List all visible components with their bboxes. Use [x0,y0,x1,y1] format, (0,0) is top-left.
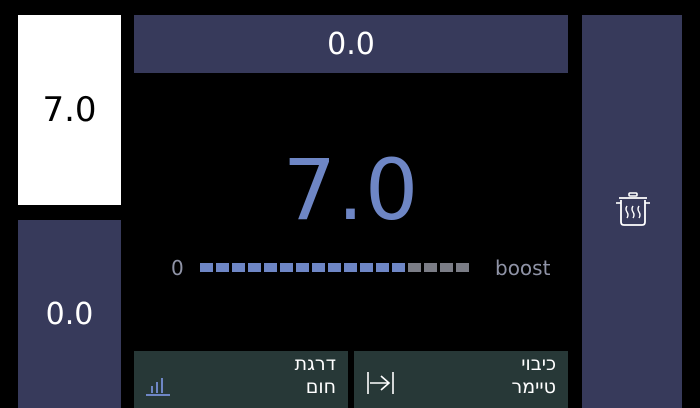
arrow-to-line-icon [367,372,394,394]
level-segment[interactable] [232,263,245,272]
level-segment[interactable] [392,263,405,272]
power-level-button-label: דרגת חום [295,353,336,399]
left-bottom-zone-value: 0.0 [45,296,94,332]
power-level-button-line2: חום [305,376,336,398]
level-min-label: 0 [171,256,184,280]
off-timer-button-line2: טיימר [511,376,556,398]
cookware-function-button[interactable] [582,15,682,408]
level-segment[interactable] [440,263,453,272]
level-segment[interactable] [296,263,309,272]
off-timer-button-label: כיבוי טיימר [512,353,556,399]
left-top-zone-button[interactable]: 7.0 [18,15,121,205]
level-segment[interactable] [360,263,373,272]
power-level-slider[interactable]: 0 boost [134,254,568,282]
level-segment[interactable] [456,263,469,272]
off-timer-button-line1: כיבוי [521,353,556,375]
level-segment[interactable] [408,263,421,272]
bar-chart-icon [146,378,170,396]
level-segment[interactable] [328,263,341,272]
left-bottom-zone-button[interactable]: 0.0 [18,220,121,408]
top-zone-value: 0.0 [327,26,375,62]
level-segment[interactable] [312,263,325,272]
level-segment[interactable] [376,263,389,272]
level-segment[interactable] [200,263,213,272]
power-level-button-line1: דרגת [294,353,336,375]
level-segment[interactable] [216,263,229,272]
level-max-label: boost [495,256,551,280]
power-level-button[interactable]: דרגת חום [134,351,348,408]
selected-power-level-display: 7.0 [134,140,568,240]
off-timer-button[interactable]: כיבוי טיימר [354,351,568,408]
level-segment-bar[interactable] [200,263,469,272]
level-segment[interactable] [248,263,261,272]
level-segment[interactable] [344,263,357,272]
selected-power-level-value: 7.0 [282,141,420,239]
level-segment[interactable] [280,263,293,272]
level-segment[interactable] [424,263,437,272]
left-top-zone-value: 7.0 [42,90,97,130]
top-zone-button[interactable]: 0.0 [134,15,568,73]
level-segment[interactable] [264,263,277,272]
pot-icon [616,192,650,226]
